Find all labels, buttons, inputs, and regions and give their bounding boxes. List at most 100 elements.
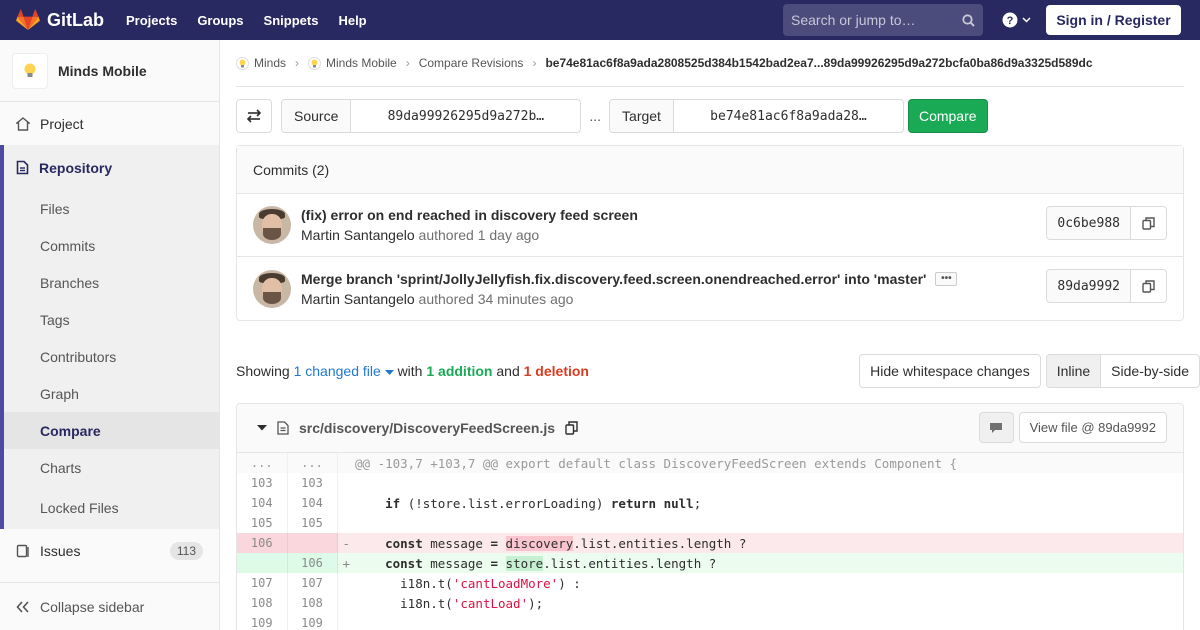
gitlab-logo[interactable]: GitLab [16, 9, 104, 31]
sidebar-item-issues[interactable]: Issues 113 [0, 529, 219, 573]
top-nav: Projects Groups Snippets Help [126, 13, 367, 28]
new-line-number[interactable]: 108 [287, 593, 338, 613]
diff-sign [337, 593, 355, 613]
collapse-label: Collapse sidebar [40, 598, 145, 615]
signin-button[interactable]: Sign in / Register [1046, 5, 1181, 35]
old-line-number[interactable]: 108 [237, 593, 288, 613]
sidebar-item-files[interactable]: Files [4, 190, 219, 227]
side-by-side-view-button[interactable]: Side-by-side [1101, 354, 1200, 388]
commit-sha-group: 0c6be988 [1046, 206, 1167, 240]
source-dropdown[interactable]: 89da99926295d9a272b… [351, 99, 582, 133]
old-line-number[interactable]: 105 [237, 513, 288, 533]
project-header[interactable]: Minds Mobile [0, 40, 219, 102]
sidebar-item-charts[interactable]: Charts [4, 449, 219, 486]
old-line-number[interactable]: 103 [237, 473, 288, 493]
new-line-number[interactable]: 109 [287, 613, 338, 630]
hide-whitespace-button[interactable]: Hide whitespace changes [859, 354, 1041, 388]
commit-author[interactable]: Martin Santangelo [301, 291, 415, 307]
new-line-number[interactable]: 105 [287, 513, 338, 533]
commit-sha[interactable]: 89da9992 [1046, 269, 1131, 303]
commit-time: 1 day ago [477, 227, 540, 243]
sidebar-item-branches[interactable]: Branches [4, 264, 219, 301]
breadcrumb-item-minds[interactable]: Minds [236, 56, 286, 70]
inline-view-button[interactable]: Inline [1045, 354, 1102, 388]
code-line: const message = discovery.list.entities.… [355, 533, 1183, 553]
sidebar-item-tags[interactable]: Tags [4, 301, 219, 338]
old-line-number[interactable]: 109 [237, 613, 288, 630]
sidebar-item-locked-files[interactable]: Locked Files [4, 486, 219, 529]
new-line-number[interactable] [287, 533, 338, 553]
breadcrumb-item-minds-mobile[interactable]: Minds Mobile [308, 56, 397, 70]
target-revision: Target be74e81ac6f8a9ada28… [609, 99, 904, 133]
compare-button[interactable]: Compare [907, 99, 988, 133]
diff-sign [337, 573, 355, 593]
old-line-number[interactable]: 107 [237, 573, 288, 593]
sidebar-item-project[interactable]: Project [0, 102, 219, 145]
code-line [355, 513, 1183, 533]
commit-title[interactable]: Merge branch 'sprint/JollyJellyfish.fix.… [301, 271, 958, 287]
old-line-number[interactable]: 106 [237, 533, 288, 553]
author-avatar[interactable] [253, 206, 291, 244]
sidebar-item-commits[interactable]: Commits [4, 227, 219, 264]
old-line-number[interactable] [237, 553, 288, 573]
commit-sha[interactable]: 0c6be988 [1046, 206, 1131, 240]
revision-separator: ... [589, 108, 602, 124]
nav-groups[interactable]: Groups [197, 13, 243, 28]
sidebar-item-label: Project [40, 115, 84, 132]
nav-help[interactable]: Help [338, 13, 366, 28]
copy-sha-button[interactable] [1131, 269, 1167, 303]
breadcrumb-separator: › [295, 56, 300, 70]
commit-row: (fix) error on end reached in discovery … [237, 194, 1183, 257]
new-line-number[interactable]: 107 [287, 573, 338, 593]
target-dropdown[interactable]: be74e81ac6f8a9ada28… [673, 99, 904, 133]
top-navbar: GitLab Projects Groups Snippets Help Sea… [0, 0, 1200, 40]
copy-icon[interactable] [565, 421, 578, 435]
additions-count: 1 addition [426, 363, 493, 379]
new-line-number[interactable]: 104 [287, 493, 338, 513]
collapse-caret-icon[interactable] [257, 425, 267, 431]
summary-with: with [397, 363, 423, 379]
help-dropdown[interactable]: ? [1002, 12, 1031, 28]
changed-files-dropdown[interactable]: 1 changed file [294, 363, 398, 379]
nav-snippets[interactable]: Snippets [264, 13, 319, 28]
breadcrumb-item-compare-revisions[interactable]: Compare Revisions [419, 56, 524, 70]
source-label: Source [281, 99, 352, 133]
diff-line: 108 108 i18n.t('cantLoad'); [237, 593, 1183, 613]
diff-sign [337, 613, 355, 630]
commit-verb: authored [418, 290, 474, 307]
diff-line: 105 105 [237, 513, 1183, 533]
search-input[interactable]: Search or jump to… [783, 4, 983, 36]
swap-revisions-button[interactable] [236, 99, 272, 133]
commits-header: Commits (2) [237, 146, 1183, 194]
sidebar-item-graph[interactable]: Graph [4, 375, 219, 412]
old-line-number[interactable]: 104 [237, 493, 288, 513]
sidebar-item-label: Repository [39, 159, 113, 176]
nav-projects[interactable]: Projects [126, 13, 177, 28]
copy-sha-button[interactable] [1131, 206, 1167, 240]
source-revision: Source 89da99926295d9a272b… [281, 99, 582, 133]
toggle-comments-button[interactable] [978, 412, 1014, 443]
file-path[interactable]: src/discovery/DiscoveryFeedScreen.js [299, 420, 555, 436]
code-line [355, 613, 1183, 630]
author-avatar[interactable] [253, 269, 291, 308]
breadcrumb-current[interactable]: be74e81ac6f8a9ada2808525d384b1542bad2ea7… [545, 56, 1092, 70]
commit-info: (fix) error on end reached in discovery … [301, 207, 638, 243]
file-icon [277, 421, 289, 435]
summary-showing: Showing [236, 363, 290, 379]
compare-form: Source 89da99926295d9a272b… ... Target b… [236, 99, 1184, 133]
commit-author[interactable]: Martin Santangelo [301, 227, 415, 243]
sidebar-item-repository[interactable]: Repository [0, 145, 219, 190]
commits-list: Commits (2) (fix) error on end reached i… [236, 145, 1184, 321]
issues-icon [16, 544, 29, 558]
collapse-sidebar-button[interactable]: Collapse sidebar [0, 582, 219, 630]
old-line-number[interactable]: ... [237, 453, 288, 473]
view-file-button[interactable]: View file @ 89da9992 [1018, 412, 1167, 443]
diff-line: 104 104 if (!store.list.errorLoading) re… [237, 493, 1183, 513]
sidebar-item-compare[interactable]: Compare [4, 412, 219, 449]
new-line-number[interactable]: ... [287, 453, 338, 473]
new-line-number[interactable]: 103 [287, 473, 338, 493]
commit-title[interactable]: (fix) error on end reached in discovery … [301, 207, 638, 223]
sidebar-item-contributors[interactable]: Contributors [4, 338, 219, 375]
expand-description-button[interactable]: ••• [935, 271, 958, 286]
new-line-number[interactable]: 106 [287, 553, 338, 573]
